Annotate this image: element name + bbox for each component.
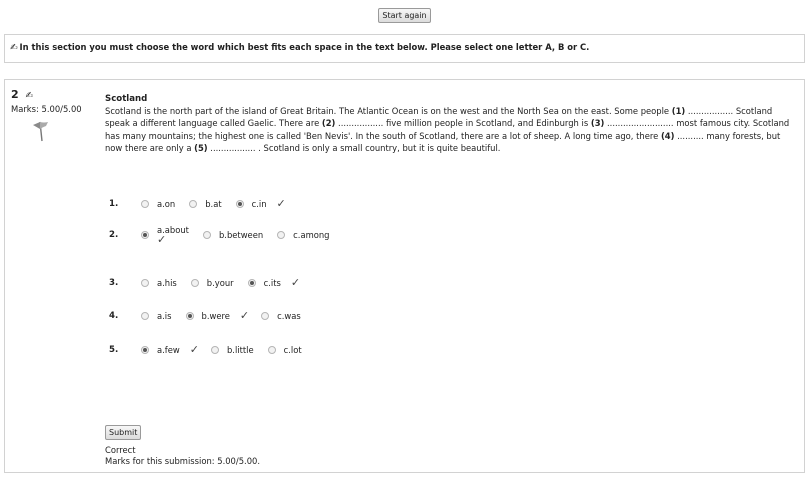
question-box: 2 ✍ Marks: 5.00/5.00 Scotland Scotland i… <box>4 79 805 473</box>
radio-1a[interactable] <box>141 199 149 208</box>
passage-text: ................. . Scotland is only a s… <box>207 143 501 154</box>
radio-2a[interactable] <box>141 231 149 239</box>
radio-4a[interactable] <box>141 311 149 320</box>
radio-4b[interactable] <box>185 311 194 320</box>
flag-icon[interactable] <box>31 120 49 142</box>
answer-row-3: 3. a.his b.your c.its ✓ <box>109 276 300 289</box>
question-number: 2 <box>11 88 19 101</box>
result-area: Correct Marks for this submission: 5.00/… <box>105 445 260 467</box>
option-label: c.in <box>251 198 267 209</box>
edit-icon[interactable]: ✍ <box>10 43 18 53</box>
radio-3c[interactable] <box>247 278 256 287</box>
checkmark-icon: ✓ <box>239 309 250 322</box>
gap-label: (2) <box>321 118 336 129</box>
radio-3a[interactable] <box>141 278 149 287</box>
passage-text: Scotland is the north part of the island… <box>105 106 672 116</box>
answer-number: 4. <box>109 310 119 321</box>
answer-row-4: 4. a.is b.were ✓ c.was <box>109 309 309 322</box>
answer-row-2: 2. a.about ✓ b.between c.among <box>109 225 337 245</box>
top-bar: Start again <box>0 8 809 23</box>
radio-2c[interactable] <box>277 231 286 239</box>
gap-label: (4) <box>660 130 675 141</box>
passage-text: ................. five million people in… <box>335 118 591 129</box>
option-label: c.its <box>263 277 281 288</box>
gap-label: (1) <box>671 106 686 116</box>
question-title: Scotland <box>105 94 148 104</box>
question-passage: Scotland is the north part of the island… <box>105 105 795 155</box>
instructions-box: ✍ In this section you must choose the wor… <box>4 34 805 63</box>
option-label: b.your <box>206 277 234 288</box>
option-label: b.were <box>201 310 230 321</box>
option-label: c.lot <box>283 344 302 355</box>
question-marks: Marks: 5.00/5.00 <box>11 104 82 114</box>
start-again-button[interactable]: Start again <box>378 8 431 23</box>
answer-number: 5. <box>109 344 119 355</box>
option-label: a.few <box>157 344 180 355</box>
radio-3b[interactable] <box>190 278 199 287</box>
result-marks: Marks for this submission: 5.00/5.00. <box>105 456 261 466</box>
question-content: Scotland Scotland is the north part of t… <box>105 94 805 356</box>
checkmark-icon: ✓ <box>290 276 301 289</box>
radio-1c[interactable] <box>235 199 244 208</box>
option-label: b.between <box>218 230 264 240</box>
option-label: a.on <box>157 198 176 209</box>
gap-label: (5) <box>194 143 208 154</box>
radio-1b[interactable] <box>189 199 198 208</box>
radio-5a[interactable] <box>141 345 149 354</box>
edit-icon[interactable]: ✍ <box>26 91 34 101</box>
radio-4c[interactable] <box>261 311 270 320</box>
checkmark-icon: ✓ <box>189 343 199 356</box>
result-status: Correct <box>105 445 136 455</box>
option-label: b.at <box>205 198 222 209</box>
option-label: a.is <box>157 310 172 321</box>
gap-label: (3) <box>590 118 605 129</box>
answer-number: 1. <box>109 198 119 209</box>
answer-row-5: 5. a.few ✓ b.little c.lot <box>109 343 310 356</box>
instructions-text: In this section you must choose the word… <box>19 42 590 52</box>
answer-number: 3. <box>109 277 119 288</box>
option-label: c.among <box>293 230 330 240</box>
checkmark-icon: ✓ <box>276 197 286 210</box>
submit-area: Submit <box>105 425 142 440</box>
option-label: c.was <box>277 310 301 321</box>
radio-2b[interactable] <box>202 231 211 239</box>
answer-number: 2. <box>109 230 119 240</box>
option-label: b.little <box>226 344 254 355</box>
radio-5b[interactable] <box>210 345 219 354</box>
option-label: a.his <box>157 277 177 288</box>
checkmark-icon: ✓ <box>157 233 167 246</box>
submit-button[interactable]: Submit <box>105 425 142 440</box>
question-info: 2 ✍ Marks: 5.00/5.00 <box>11 88 106 114</box>
radio-5c[interactable] <box>267 345 276 354</box>
answer-row-1: 1. a.on b.at c.in ✓ <box>109 197 286 210</box>
